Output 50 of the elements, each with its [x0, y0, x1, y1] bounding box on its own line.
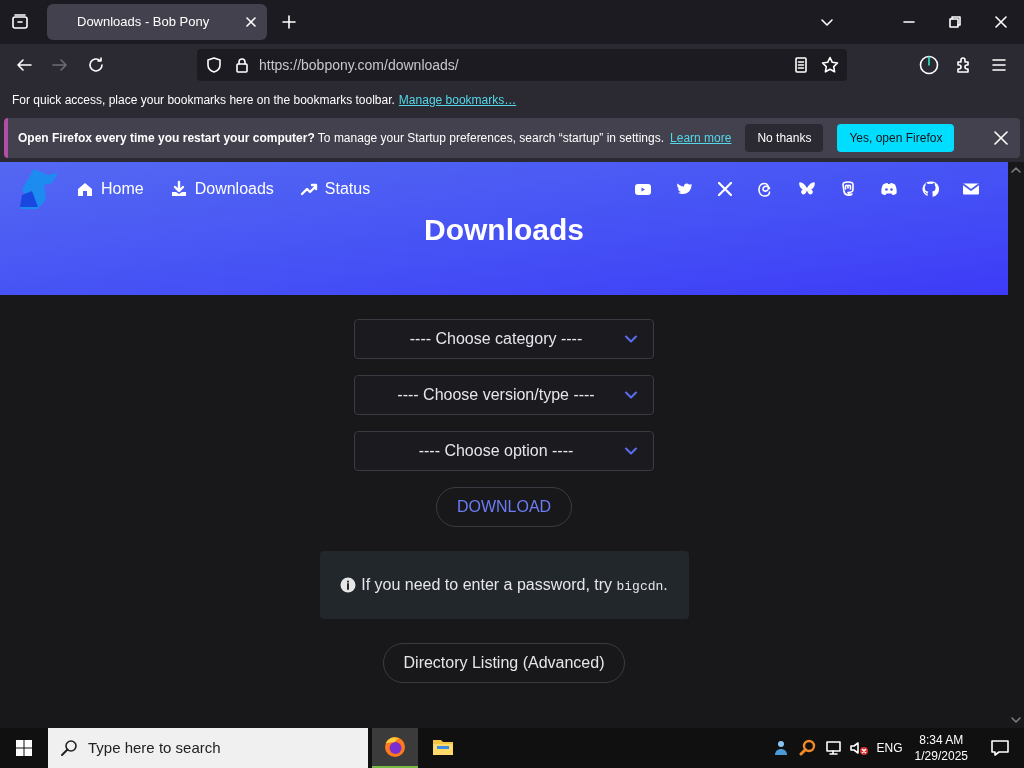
tab-list-icon[interactable] — [11, 13, 29, 31]
reader-view-icon[interactable] — [793, 57, 809, 73]
manage-bookmarks-link[interactable]: Manage bookmarks… — [398, 91, 517, 109]
shield-icon — [205, 56, 223, 74]
magnifier-icon[interactable] — [798, 739, 817, 757]
menu-icon[interactable] — [991, 57, 1007, 73]
learn-more-link[interactable]: Learn more — [670, 129, 732, 147]
scroll-up-icon[interactable] — [1011, 166, 1021, 174]
notification-message: Open Firefox every time you restart your computer? To manage your Startup preferences, search “startup” in settings. — [18, 130, 665, 147]
restore-icon[interactable] — [949, 16, 961, 28]
network-icon[interactable] — [824, 739, 843, 757]
language-indicator[interactable]: ENG — [876, 739, 903, 757]
dropdown-field[interactable]: ---- Choose version/type ---- — [354, 375, 654, 415]
dropdown-field[interactable]: ---- Choose category ---- — [354, 319, 654, 359]
mastodon-icon[interactable] — [839, 179, 857, 198]
back-icon[interactable] — [15, 56, 33, 74]
close-icon[interactable] — [995, 16, 1007, 28]
fox-globe-icon — [383, 735, 407, 759]
taskbar-search-field[interactable]: Type here to search — [48, 728, 368, 768]
speaker-muted-icon[interactable] — [848, 739, 869, 757]
timer-icon[interactable] — [919, 55, 939, 75]
nav-link[interactable]: Downloads — [169, 176, 274, 201]
x-letter-icon[interactable] — [716, 179, 734, 198]
page-heading: Downloads — [423, 213, 585, 247]
butterfly-icon[interactable] — [798, 179, 816, 198]
notifications-icon[interactable] — [990, 739, 1010, 757]
confirm-button[interactable]: Yes, open Firefox — [837, 124, 955, 152]
address-bar[interactable]: https://bobpony.com/downloads/ — [197, 49, 847, 81]
lock-icon — [233, 56, 251, 74]
nav-link[interactable]: Home — [76, 176, 144, 201]
browser-tab[interactable]: Downloads - Bob Pony — [47, 4, 267, 40]
clock-date[interactable]: 1/29/2025 — [914, 748, 968, 764]
info-icon — [340, 577, 357, 593]
search-icon — [60, 739, 78, 757]
clock-time[interactable]: 8:34 AM — [919, 732, 964, 748]
reload-icon[interactable] — [87, 56, 105, 74]
tab-title: Downloads - Bob Pony — [77, 13, 211, 32]
scroll-down-icon[interactable] — [1011, 716, 1021, 724]
dropdown-field[interactable]: ---- Choose option ---- — [354, 431, 654, 471]
forward-icon — [51, 56, 69, 74]
bookmarks-hint: For quick access, place your bookmarks here on the bookmarks toolbar. — [12, 92, 395, 109]
close-icon[interactable] — [994, 131, 1008, 145]
nav-link[interactable]: Status — [299, 176, 371, 201]
download-icon — [169, 179, 188, 198]
star-icon[interactable] — [821, 56, 839, 74]
new-tab-icon[interactable] — [281, 14, 297, 30]
url-text: https://bobpony.com/downloads/ — [259, 55, 460, 75]
dismiss-button[interactable]: No thanks — [745, 124, 824, 152]
close-icon[interactable] — [245, 16, 257, 28]
cat-octocat-icon[interactable] — [921, 179, 939, 198]
